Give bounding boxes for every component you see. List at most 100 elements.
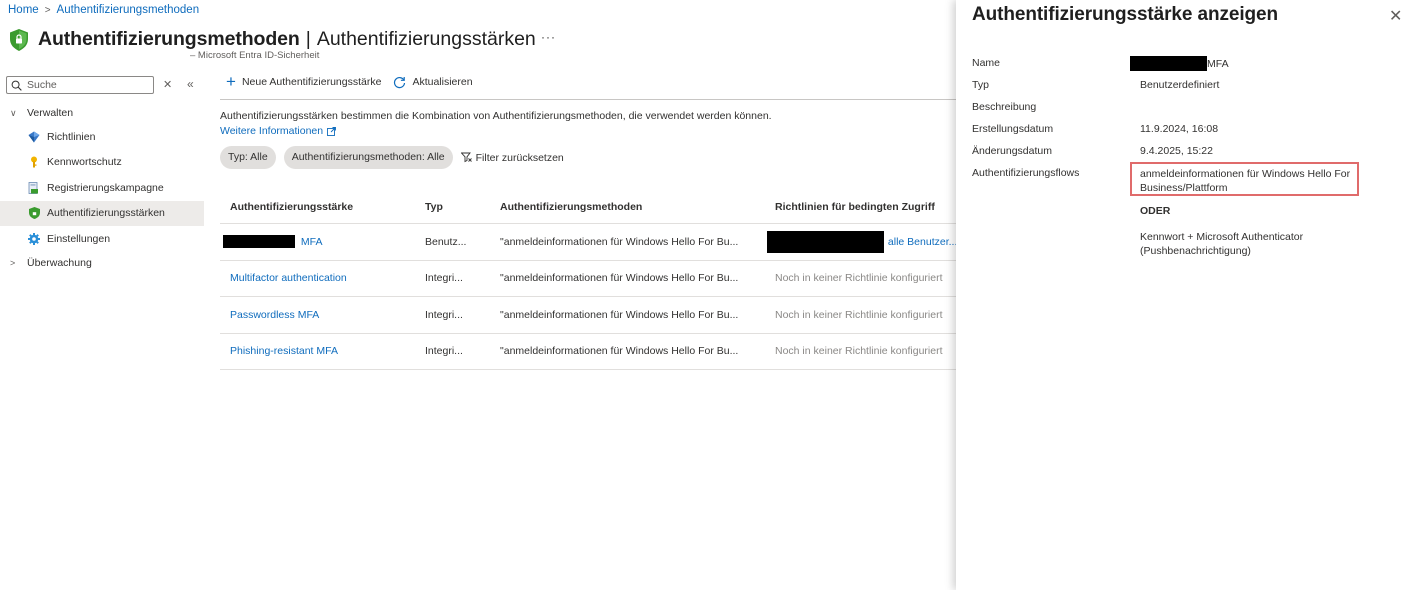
breadcrumb-home-link[interactable]: Home bbox=[8, 4, 39, 16]
title-divider: | bbox=[305, 28, 311, 50]
prop-value-name: MFA bbox=[1130, 56, 1229, 71]
sidebar-item-label: Registrierungskampagne bbox=[47, 181, 164, 194]
filter-bar: Typ: Alle Authentifizierungsmethoden: Al… bbox=[220, 146, 564, 169]
policy-icon bbox=[28, 131, 40, 143]
prop-value-modified: 9.4.2025, 15:22 bbox=[1140, 145, 1213, 157]
filter-clear-icon bbox=[460, 152, 472, 163]
nav-group-label: Überwachung bbox=[27, 256, 92, 269]
details-panel: Authentifizierungsstärke anzeigen ✕ Name… bbox=[956, 0, 1417, 590]
policy-link[interactable]: alle Benutzer... bbox=[888, 236, 956, 248]
flow-or-separator: ODER bbox=[1140, 205, 1171, 217]
sidebar-item-label: Kennwortschutz bbox=[47, 156, 122, 169]
prop-label-type: Typ bbox=[972, 79, 989, 91]
prop-value-created: 11.9.2024, 16:08 bbox=[1140, 123, 1219, 135]
toolbar-divider bbox=[220, 99, 956, 100]
shield-icon bbox=[28, 207, 40, 220]
sidebar-item-label: Richtlinien bbox=[47, 130, 96, 143]
strength-methods: "anmeldeinformationen für Windows Hello … bbox=[500, 308, 739, 321]
reset-filters-button[interactable]: Filter zurücksetzen bbox=[460, 151, 564, 164]
page-subtitle: Authentifizierungsstärken bbox=[316, 28, 536, 50]
redacted-block bbox=[223, 235, 295, 249]
strength-name-link[interactable]: Multifactor authentication bbox=[220, 272, 415, 284]
more-options-button[interactable]: ··· bbox=[541, 30, 556, 44]
refresh-button[interactable]: Aktualisieren bbox=[393, 76, 473, 89]
strength-methods: "anmeldeinformationen für Windows Hello … bbox=[500, 235, 739, 248]
sidebar-nav: ∨ Verwalten Richtlinien Kennwortschutz R… bbox=[0, 102, 204, 274]
campaign-icon bbox=[28, 181, 40, 194]
prop-value-name-text: MFA bbox=[1207, 57, 1229, 70]
column-header-methods[interactable]: Authentifizierungsmethoden bbox=[490, 201, 765, 213]
strength-methods: "anmeldeinformationen für Windows Hello … bbox=[500, 345, 739, 358]
prop-label-created: Erstellungsdatum bbox=[972, 123, 1054, 135]
collapse-sidebar-icon[interactable]: « bbox=[187, 77, 194, 91]
policy-status: Noch in keiner Richtlinie konfiguriert bbox=[775, 272, 943, 285]
gear-icon bbox=[28, 232, 40, 245]
plus-icon: + bbox=[226, 72, 236, 91]
strengths-table: Authentifizierungsstärke Typ Authentifiz… bbox=[220, 190, 956, 370]
redacted-block bbox=[767, 230, 884, 253]
sidebar-item-label: Einstellungen bbox=[47, 232, 111, 245]
external-link-icon bbox=[327, 126, 337, 136]
strength-type: Integri... bbox=[425, 345, 463, 358]
column-header-policies[interactable]: Richtlinien für bedingten Zugriff bbox=[765, 201, 956, 213]
table-header: Authentifizierungsstärke Typ Authentifiz… bbox=[220, 190, 956, 224]
redacted-block bbox=[1130, 56, 1207, 71]
prop-label-flows: Authentifizierungsflows bbox=[972, 167, 1080, 179]
column-header-strength[interactable]: Authentifizierungsstärke bbox=[220, 201, 415, 213]
refresh-icon bbox=[394, 76, 406, 88]
search-icon bbox=[11, 80, 22, 91]
panel-title: Authentifizierungsstärke anzeigen bbox=[972, 4, 1279, 25]
sidebar-search[interactable] bbox=[6, 76, 154, 94]
column-header-type[interactable]: Typ bbox=[415, 201, 490, 213]
auth-flow-second: Kennwort + Microsoft Authenticator (Push… bbox=[1140, 231, 1304, 257]
filter-methods-pill[interactable]: Authentifizierungsmethoden: Alle bbox=[283, 146, 453, 169]
page-description: Authentifizierungsstärken bestimmen die … bbox=[220, 110, 772, 122]
table-row[interactable]: Phishing-resistant MFA Integri... "anmel… bbox=[220, 334, 956, 370]
nav-group-ueberwachung[interactable]: > Überwachung bbox=[0, 252, 204, 274]
breadcrumb-current-link[interactable]: Authentifizierungsmethoden bbox=[57, 4, 200, 16]
nav-group-label: Verwalten bbox=[27, 107, 74, 119]
sidebar-item-kennwortschutz[interactable]: Kennwortschutz bbox=[0, 150, 204, 176]
strength-type: Integri... bbox=[425, 308, 463, 321]
new-strength-label: Neue Authentifizierungsstärke bbox=[241, 76, 382, 88]
command-bar: + Neue Authentifizierungsstärke Aktualis… bbox=[226, 72, 485, 91]
policy-status: Noch in keiner Richtlinie konfiguriert bbox=[775, 308, 943, 321]
sidebar-item-registrierungskampagne[interactable]: Registrierungskampagne bbox=[0, 175, 204, 201]
table-row[interactable]: Passwordless MFA Integri... "anmeldeinfo… bbox=[220, 297, 956, 334]
breadcrumb: Home > Authentifizierungsmethoden bbox=[8, 4, 199, 16]
table-row[interactable]: MFA Benutz... "anmeldeinformationen für … bbox=[220, 224, 956, 261]
prop-label-description: Beschreibung bbox=[972, 101, 1037, 113]
sidebar-item-authentifizierungsstaerken[interactable]: Authentifizierungsstärken bbox=[0, 200, 204, 226]
auth-flow-highlight: anmeldeinformationen für Windows Hello F… bbox=[1130, 162, 1359, 196]
strength-name-link[interactable]: Passwordless MFA bbox=[220, 309, 415, 321]
table-row[interactable]: Multifactor authentication Integri... "a… bbox=[220, 261, 956, 297]
strength-methods: "anmeldeinformationen für Windows Hello … bbox=[500, 272, 739, 285]
prop-value-type: Benutzerdefiniert bbox=[1140, 79, 1220, 91]
page-title: Authentifizierungsmethoden bbox=[38, 28, 300, 50]
more-info-label: Weitere Informationen bbox=[220, 125, 324, 137]
key-icon bbox=[28, 156, 40, 168]
strength-type: Integri... bbox=[425, 272, 463, 285]
more-info-link[interactable]: Weitere Informationen bbox=[220, 125, 337, 137]
page-header: Authentifizierungsmethoden | Authentifiz… bbox=[10, 28, 536, 51]
strength-name-link[interactable]: Phishing-resistant MFA bbox=[220, 345, 415, 357]
clear-search-icon[interactable]: ✕ bbox=[163, 78, 172, 91]
policy-status: Noch in keiner Richtlinie konfiguriert bbox=[775, 345, 943, 358]
filter-type-pill[interactable]: Typ: Alle bbox=[220, 146, 276, 169]
page-caption: – Microsoft Entra ID-Sicherheit bbox=[190, 50, 320, 61]
shield-check-icon bbox=[10, 28, 28, 51]
chevron-right-icon: > bbox=[44, 4, 51, 16]
chevron-down-icon: ∨ bbox=[10, 107, 17, 118]
reset-filters-label: Filter zurücksetzen bbox=[475, 151, 564, 164]
strength-name-link[interactable]: MFA bbox=[301, 236, 323, 248]
prop-label-name: Name bbox=[972, 57, 1001, 69]
close-icon[interactable]: ✕ bbox=[1389, 6, 1402, 26]
sidebar-item-einstellungen[interactable]: Einstellungen bbox=[0, 226, 204, 252]
sidebar-item-label: Authentifizierungsstärken bbox=[47, 207, 165, 220]
nav-group-verwalten[interactable]: ∨ Verwalten bbox=[0, 102, 204, 124]
strength-type: Benutz... bbox=[425, 235, 467, 248]
chevron-right-icon: > bbox=[10, 257, 16, 268]
new-strength-button[interactable]: + Neue Authentifizierungsstärke bbox=[226, 72, 382, 91]
sidebar-item-richtlinien[interactable]: Richtlinien bbox=[0, 124, 204, 150]
sidebar-search-input[interactable] bbox=[27, 79, 147, 91]
